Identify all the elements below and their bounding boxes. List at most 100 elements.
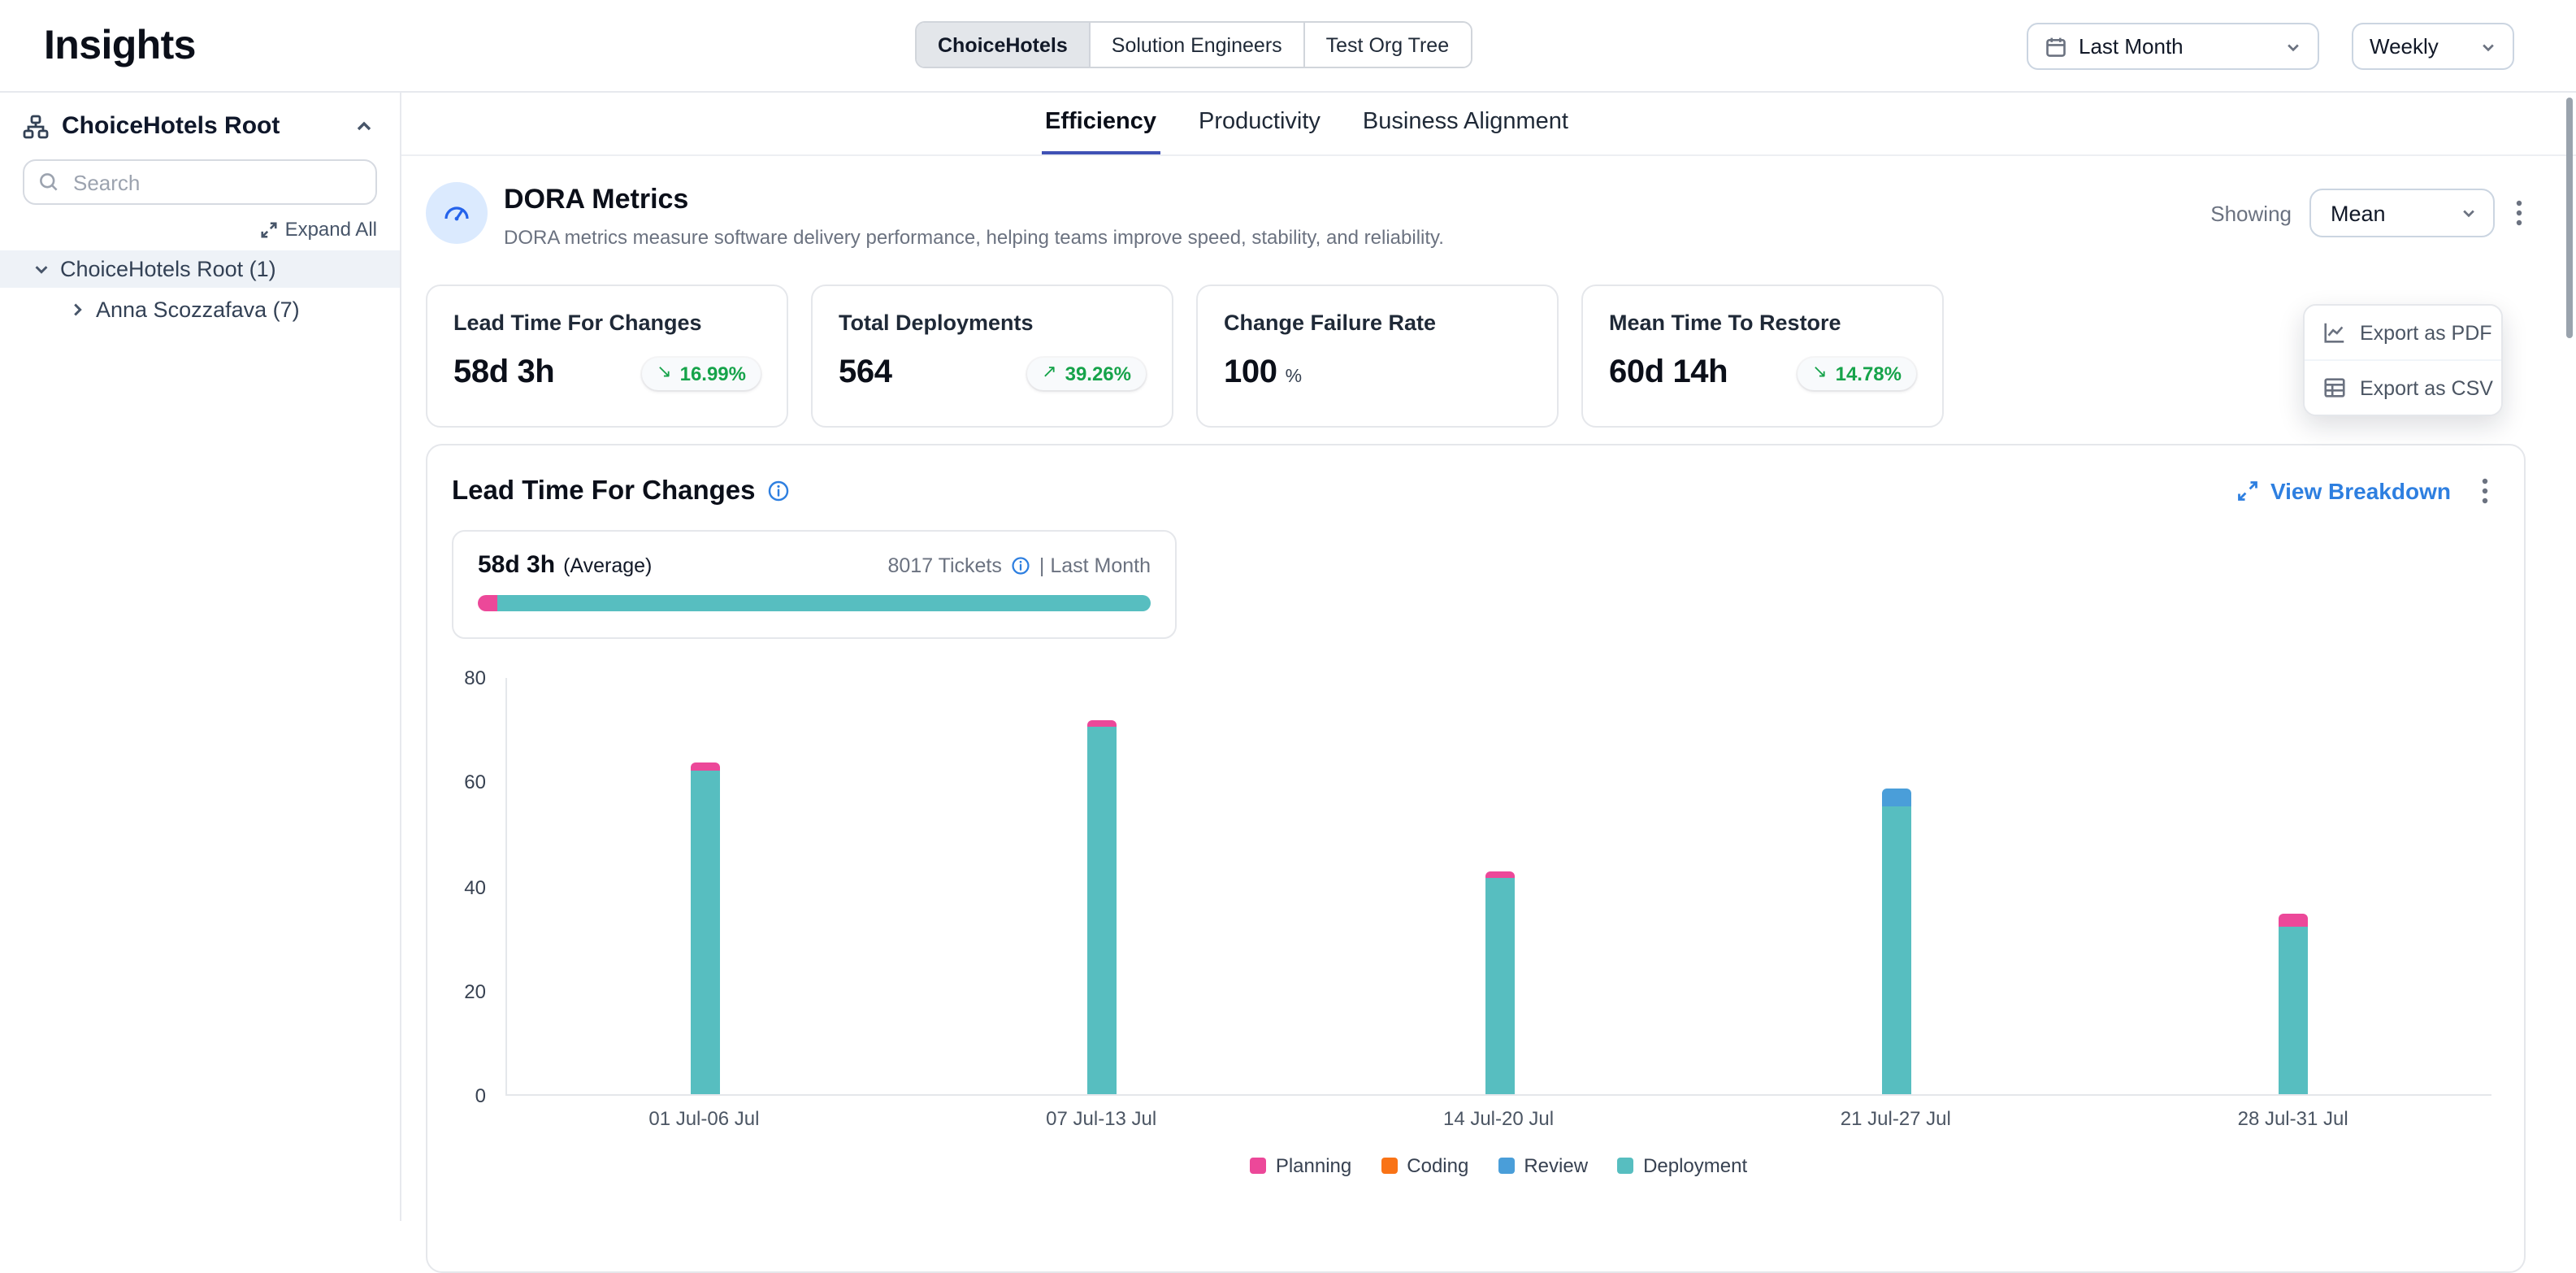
expand-all-button[interactable]: Expand All: [0, 218, 377, 241]
x-axis-label: 01 Jul-06 Jul: [505, 1096, 903, 1145]
showing-label: Showing: [2210, 201, 2292, 225]
info-icon[interactable]: [767, 480, 790, 502]
legend-swatch: [1381, 1158, 1397, 1174]
average-value: 58d 3h: [478, 551, 555, 579]
table-icon: [2322, 376, 2347, 400]
y-tick-label: 20: [464, 980, 486, 1003]
metric-title: Change Failure Rate: [1224, 311, 1531, 335]
tickets-count: 8017 Tickets: [888, 554, 1002, 576]
org-icon: [23, 113, 49, 139]
legend-swatch: [1617, 1158, 1633, 1174]
date-range-select[interactable]: Last Month: [2027, 23, 2319, 70]
chevron-down-icon: [2480, 38, 2496, 54]
bar-group[interactable]: [2095, 678, 2491, 1094]
org-tab-test-org-tree[interactable]: Test Org Tree: [1305, 23, 1470, 67]
line-chart-icon: [2322, 320, 2347, 345]
mini-bar-segment-planning: [478, 595, 498, 611]
section-kebab-menu-button[interactable]: [2478, 475, 2491, 507]
x-axis: 01 Jul-06 Jul07 Jul-13 Jul14 Jul-20 Jul2…: [505, 1096, 2491, 1145]
bar-group[interactable]: [904, 678, 1300, 1094]
metric-value: 60d 14h: [1609, 354, 1728, 392]
legend-label: Coding: [1407, 1154, 1468, 1177]
sidebar-collapse-button[interactable]: [351, 113, 377, 139]
y-tick-label: 0: [475, 1084, 486, 1107]
bar-segment-deployment[interactable]: [2279, 927, 2308, 1094]
tab-efficiency[interactable]: Efficiency: [1042, 93, 1160, 154]
period-label: | Last Month: [1039, 554, 1151, 576]
export-csv-menu-item[interactable]: Export as CSV: [2305, 359, 2501, 415]
export-menu: Export as PDF Export as CSV: [2303, 304, 2503, 416]
chevron-right-icon[interactable]: [68, 301, 86, 319]
metric-title: Lead Time For Changes: [453, 311, 761, 335]
page-title: Insights: [44, 23, 196, 70]
org-tab-choicehotels[interactable]: ChoiceHotels: [917, 23, 1091, 67]
chevron-down-icon[interactable]: [33, 260, 50, 278]
metric-title: Total Deployments: [839, 311, 1146, 335]
granularity-value: Weekly: [2370, 34, 2439, 59]
section-title: Lead Time For Changes: [452, 476, 756, 506]
dora-content: DORA Metrics DORA metrics measure softwa…: [401, 156, 2576, 1273]
trend-up-arrow-icon: ↗: [1042, 364, 1056, 382]
dora-description: DORA metrics measure software delivery p…: [504, 226, 1444, 249]
lead-time-summary-card: 58d 3h (Average) 8017 Tickets | Last Mon…: [452, 530, 1177, 639]
tree-item-label: ChoiceHotels Root (1): [60, 257, 276, 281]
legend-label: Review: [1524, 1154, 1588, 1177]
tab-business-alignment[interactable]: Business Alignment: [1360, 93, 1572, 154]
delta-value: 39.26%: [1065, 362, 1131, 385]
sidebar-search: [23, 159, 377, 205]
bar-segment-planning[interactable]: [2279, 914, 2308, 927]
bar-group[interactable]: [1698, 678, 2094, 1094]
x-axis-label: 21 Jul-27 Jul: [1697, 1096, 2094, 1145]
expand-all-label: Expand All: [285, 218, 377, 241]
bar-segment-deployment[interactable]: [691, 771, 720, 1094]
bar-segment-deployment[interactable]: [1881, 807, 1910, 1094]
dora-metrics-icon: [426, 182, 488, 244]
export-pdf-label: Export as PDF: [2360, 321, 2492, 344]
phase-distribution-bar: [478, 595, 1151, 611]
lead-time-section: Lead Time For Changes: [426, 444, 2526, 1273]
aggregation-value: Mean: [2331, 201, 2386, 225]
trend-down-arrow-icon: ↘: [1812, 364, 1827, 382]
view-breakdown-button[interactable]: View Breakdown: [2236, 478, 2451, 504]
metric-cards-row: Lead Time For Changes 58d 3h ↘ 16.99% To…: [426, 285, 2526, 428]
aggregation-select[interactable]: Mean: [2309, 189, 2495, 237]
delta-badge: ↘ 16.99%: [642, 357, 761, 389]
y-axis: 020406080: [452, 678, 505, 1096]
delta-badge: ↘ 14.78%: [1798, 357, 1916, 389]
dora-kebab-menu-button[interactable]: [2513, 197, 2526, 229]
legend-item-review[interactable]: Review: [1498, 1154, 1588, 1177]
trend-down-arrow-icon: ↘: [657, 364, 671, 382]
search-input[interactable]: [23, 159, 377, 205]
top-bar: Insights ChoiceHotels Solution Engineers…: [0, 0, 2576, 93]
org-tab-solution-engineers[interactable]: Solution Engineers: [1091, 23, 1305, 67]
tree-item-anna-scozzafava[interactable]: Anna Scozzafava (7): [0, 291, 400, 328]
legend-label: Planning: [1276, 1154, 1351, 1177]
y-tick-label: 60: [464, 771, 486, 794]
x-axis-label: 07 Jul-13 Jul: [903, 1096, 1300, 1145]
org-switcher: ChoiceHotels Solution Engineers Test Org…: [915, 21, 1472, 68]
metric-value: 100: [1224, 354, 1277, 392]
bar-group[interactable]: [1301, 678, 1698, 1094]
tab-productivity[interactable]: Productivity: [1195, 93, 1324, 154]
export-pdf-menu-item[interactable]: Export as PDF: [2305, 306, 2501, 359]
legend-item-coding[interactable]: Coding: [1381, 1154, 1468, 1177]
view-breakdown-label: View Breakdown: [2270, 478, 2451, 504]
bar-group[interactable]: [507, 678, 904, 1094]
bar-segment-deployment[interactable]: [1485, 877, 1514, 1094]
scrollbar-thumb[interactable]: [2566, 98, 2573, 338]
x-axis-label: 14 Jul-20 Jul: [1300, 1096, 1698, 1145]
legend-item-deployment[interactable]: Deployment: [1617, 1154, 1747, 1177]
bar-segment-deployment[interactable]: [1088, 726, 1117, 1094]
chevron-down-icon: [2285, 38, 2301, 54]
tree-item-label: Anna Scozzafava (7): [96, 298, 300, 322]
delta-value: 14.78%: [1836, 362, 1902, 385]
tree-item-choicehotels-root[interactable]: ChoiceHotels Root (1): [0, 250, 400, 288]
bar-segment-review[interactable]: [1881, 789, 1910, 806]
bar-segment-planning[interactable]: [691, 762, 720, 771]
legend-label: Deployment: [1643, 1154, 1747, 1177]
legend-item-planning[interactable]: Planning: [1250, 1154, 1351, 1177]
granularity-select[interactable]: Weekly: [2352, 23, 2514, 70]
delta-badge: ↗ 39.26%: [1027, 357, 1146, 389]
info-icon[interactable]: [1012, 555, 1031, 575]
metric-value: 564: [839, 354, 892, 392]
